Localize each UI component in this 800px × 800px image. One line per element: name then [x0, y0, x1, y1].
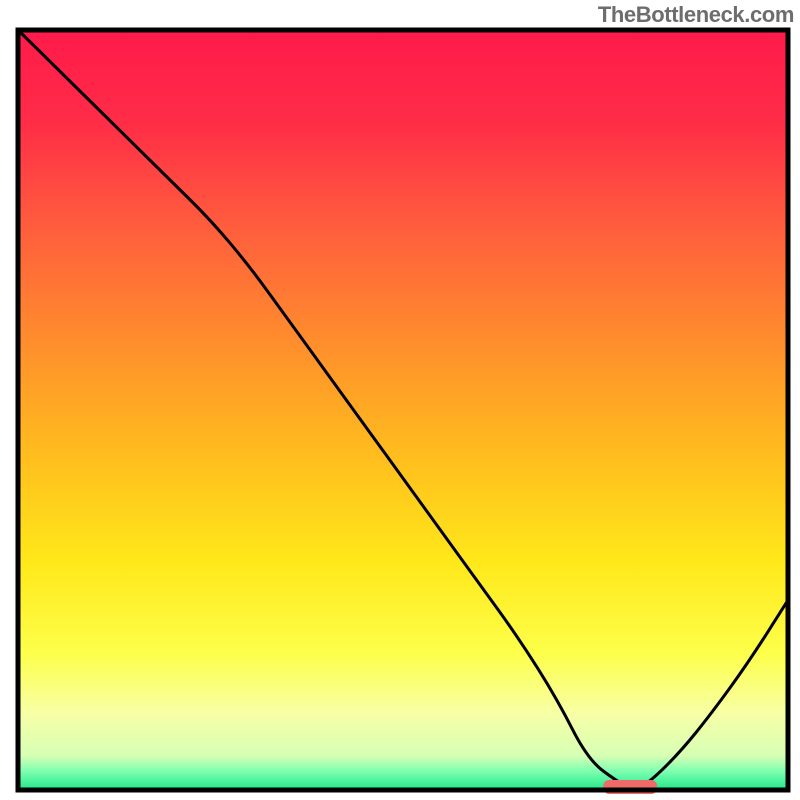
- attribution-text: TheBottleneck.com: [598, 2, 794, 28]
- bottleneck-chart: [0, 0, 800, 800]
- chart-container: { "attribution": "TheBottleneck.com", "c…: [0, 0, 800, 800]
